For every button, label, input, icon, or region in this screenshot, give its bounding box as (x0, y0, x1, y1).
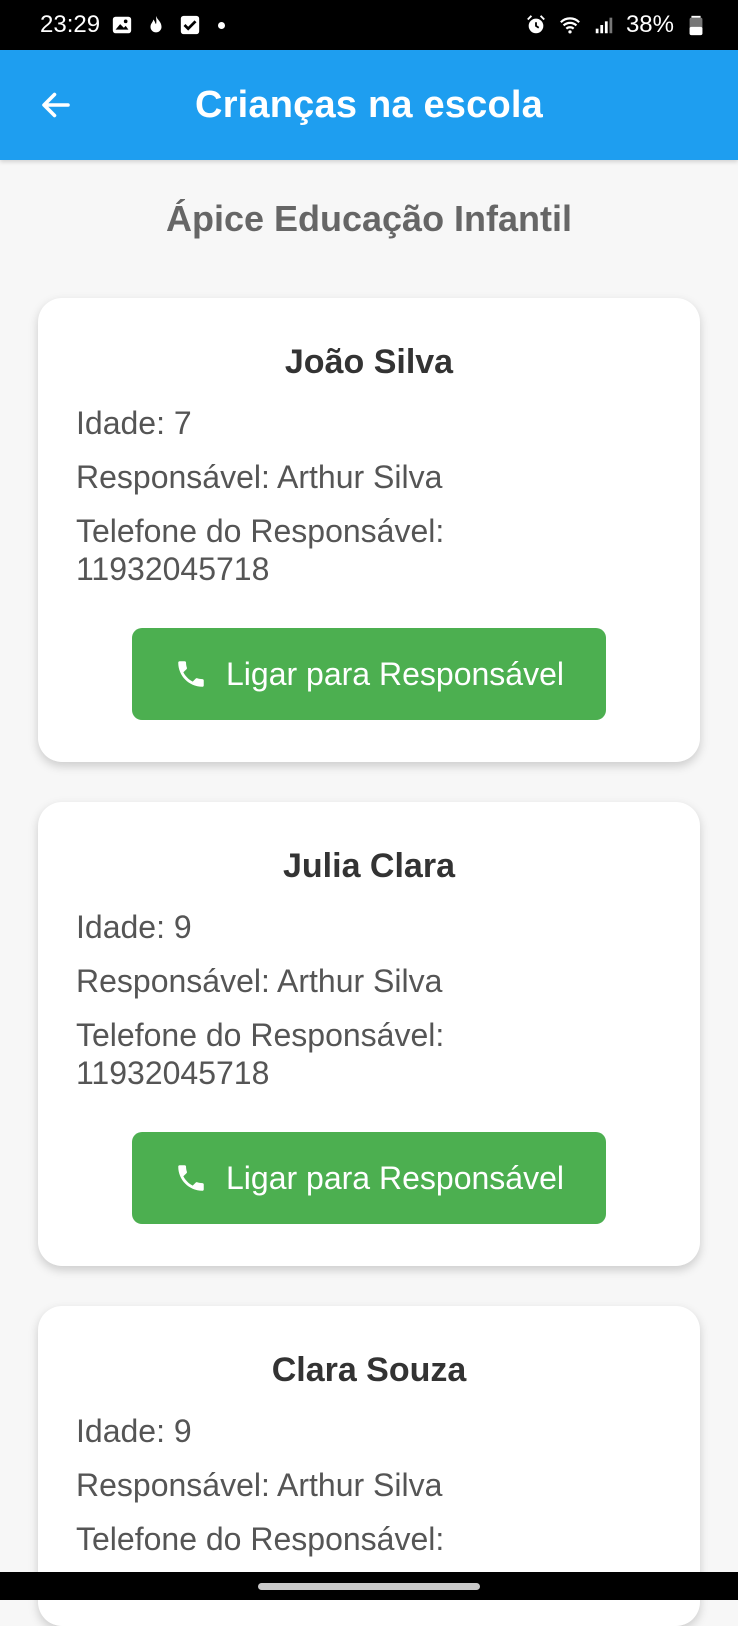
child-name: João Silva (284, 343, 454, 381)
call-guardian-button[interactable]: Ligar para Responsável (132, 1132, 606, 1224)
status-bar: 23:29 38% (0, 0, 738, 50)
alarm-icon (524, 13, 548, 37)
call-guardian-label: Ligar para Responsável (226, 655, 564, 692)
battery-percentage: 38% (625, 11, 674, 38)
gallery-icon (110, 13, 134, 37)
guardian-phone-label: Telefone do Responsável: (76, 513, 445, 549)
guardian-phone-label: Telefone do Responsável: (76, 1017, 445, 1053)
guardian-phone-number: 11932045718 (76, 551, 270, 587)
child-age: Idade: 7 (76, 405, 192, 441)
guardian-phone: Telefone do Responsável: 11932045718 (76, 512, 662, 588)
call-guardian-button[interactable]: Ligar para Responsável (132, 628, 606, 720)
child-card: João Silva Idade: 7 Responsável: Arthur … (38, 298, 700, 762)
page-title: Crianças na escola (195, 83, 543, 126)
guardian-phone-label: Telefone do Responsável: (76, 1521, 445, 1557)
app-bar: Crianças na escola (0, 50, 738, 160)
arrow-left-icon (42, 92, 70, 118)
guardian-phone-number: 11932045718 (76, 1055, 270, 1091)
child-guardian: Responsável: Arthur Silva (76, 459, 443, 495)
guardian-phone: Telefone do Responsável: (76, 1520, 662, 1558)
notification-dot (218, 21, 226, 29)
status-bar-left: 23:29 (40, 11, 226, 39)
clock: 23:29 (40, 11, 101, 38)
home-gesture-handle[interactable] (258, 1583, 480, 1590)
child-card: Julia Clara Idade: 9 Responsável: Arthur… (38, 802, 700, 1266)
phone-icon (178, 1165, 204, 1191)
child-guardian: Responsável: Arthur Silva (76, 963, 443, 999)
child-name: Julia Clara (283, 847, 455, 885)
signal-icon (592, 13, 616, 37)
checkbox-icon (178, 13, 202, 37)
back-button[interactable] (28, 77, 84, 133)
child-age: Idade: 9 (76, 1413, 192, 1449)
school-name: Ápice Educação Infantil (165, 198, 573, 239)
child-age: Idade: 9 (76, 909, 192, 945)
child-guardian: Responsável: Arthur Silva (76, 1467, 443, 1503)
guardian-phone: Telefone do Responsável: 11932045718 (76, 1016, 662, 1092)
battery-icon (684, 13, 708, 37)
status-bar-right: 38% (524, 11, 708, 39)
child-name: Clara Souza (271, 1351, 467, 1389)
call-guardian-label: Ligar para Responsável (226, 1159, 564, 1196)
tinder-flame-icon (144, 13, 168, 37)
wifi-icon (558, 13, 582, 37)
phone-icon (178, 661, 204, 687)
